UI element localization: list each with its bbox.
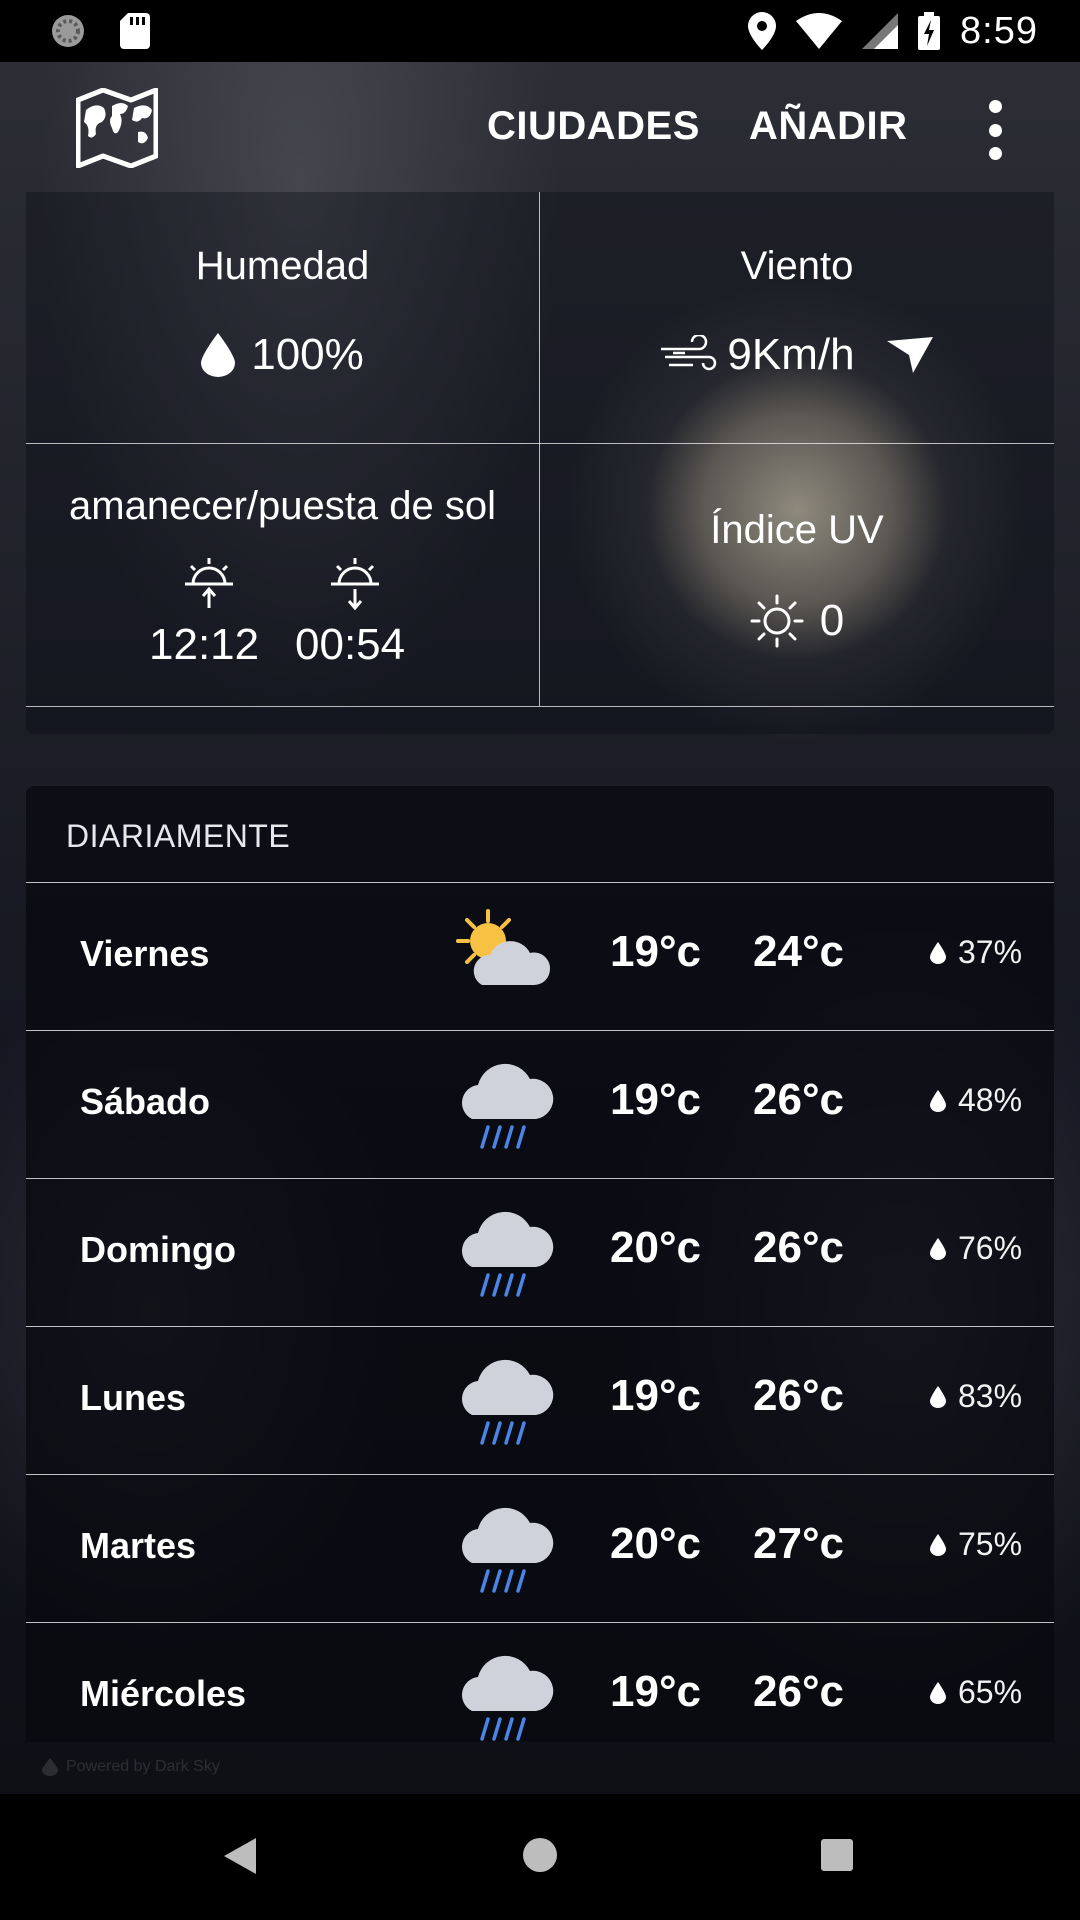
rain-chance-drop-icon [930,941,946,964]
high-temp: 26°c [753,1371,845,1420]
rain-chance-value: 76% [958,1230,1023,1266]
day-name: Lunes [80,1377,187,1418]
low-temp: 19°c [610,1371,702,1420]
rain-chance-drop-icon [930,1681,946,1704]
wind-value-group: 9Km/h [540,330,1054,380]
forecast-row[interactable]: Miércoles 19°c 26°c 65% [26,1623,1054,1771]
water-drop-icon [201,333,236,377]
rain-chance-value: 83% [958,1378,1023,1414]
wind-direction-icon [886,337,933,373]
sunset-icon [331,558,379,610]
rain-chance: 76% [930,1230,1022,1267]
sunrise-icon [185,558,233,608]
uv-value-group: 0 [540,594,1054,648]
powered-by-text: Powered by Dark Sky [66,1758,220,1775]
rain-chance: 37% [930,934,1022,971]
high-temp: 27°c [753,1519,845,1568]
rain-icon [462,1507,554,1593]
grid-divider-bottom [26,706,1054,707]
high-temp: 26°c [753,1223,845,1272]
navigation-bar [0,1794,1080,1920]
uv-title: Índice UV [710,508,884,552]
partly-cloudy-day-icon [456,909,551,985]
rain-icon [462,1063,554,1149]
weather-icon [454,909,558,1005]
day-name: Martes [80,1525,197,1566]
rain-chance-drop-icon [930,1237,946,1260]
rain-chance-drop-icon [930,1089,946,1112]
status-bar: 8:59 [0,0,1080,62]
forecast-row[interactable]: Viernes 19°c 24°c 37% [26,883,1054,1031]
recents-nav-icon[interactable] [820,1838,854,1872]
high-temp: 24°c [753,927,845,976]
cell-signal-icon [862,13,899,49]
battery-charging-icon [918,12,941,50]
rain-chance-value: 75% [958,1526,1023,1562]
wind-value: 9Km/h [727,330,855,379]
dark-sky-logo-icon [42,1758,58,1776]
sun-title: amanecer/puesta de sol [69,484,496,528]
rain-chance-drop-icon [930,1533,946,1556]
rain-chance: 75% [930,1526,1022,1563]
weather-icon [454,1353,558,1449]
high-temp: 26°c [753,1667,845,1716]
weather-icon [454,1501,558,1597]
add-city-button[interactable]: AÑADIR [749,104,908,149]
world-map-logo-icon[interactable] [76,88,158,168]
low-temp: 19°c [610,1075,702,1124]
status-time: 8:59 [960,9,1038,52]
sync-icon [52,15,84,47]
weather-icon [454,1057,558,1153]
low-temp: 19°c [610,927,702,976]
home-nav-icon[interactable] [521,1836,559,1874]
uv-value: 0 [819,596,845,645]
wind-title: Viento [740,244,854,288]
rain-chance: 83% [930,1378,1022,1415]
weather-icon [454,1205,558,1301]
forecast-row[interactable]: Domingo 20°c 26°c 76% [26,1179,1054,1327]
rain-chance: 65% [930,1674,1022,1711]
sunrise-time: 12:12 [149,620,260,669]
sunset-time: 00:54 [295,620,406,669]
back-nav-icon[interactable] [222,1836,258,1876]
rain-chance-value: 65% [958,1674,1023,1710]
forecast-row[interactable]: Martes 20°c 27°c 75% [26,1475,1054,1623]
low-temp: 19°c [610,1667,702,1716]
rain-icon [462,1359,554,1445]
rain-chance-value: 48% [958,1082,1023,1118]
day-name: Sábado [80,1081,211,1122]
weather-icon [454,1649,558,1745]
powered-by: Powered by Dark Sky [42,1758,220,1776]
grid-divider-horizontal [26,443,1054,444]
overflow-menu-icon[interactable] [985,100,1005,160]
low-temp: 20°c [610,1519,702,1568]
low-temp: 20°c [610,1223,702,1272]
day-name: Viernes [80,933,210,974]
day-name: Domingo [80,1229,236,1270]
sun-outline-icon [750,594,804,648]
humidity-title: Humedad [195,244,370,288]
forecast-row[interactable]: Lunes 19°c 26°c 83% [26,1327,1054,1475]
wifi-icon [796,13,843,49]
sd-card-icon [120,13,150,49]
cities-button[interactable]: CIUDADES [487,104,700,149]
rain-chance: 48% [930,1082,1022,1119]
daily-header: DIARIAMENTE [66,818,291,854]
wind-icon [661,335,717,371]
location-icon [748,12,777,50]
forecast-row[interactable]: Sábado 19°c 26°c 48% [26,1031,1054,1179]
day-name: Miércoles [80,1673,247,1714]
rain-chance-drop-icon [930,1385,946,1408]
rain-icon [462,1655,554,1741]
high-temp: 26°c [753,1075,845,1124]
rain-icon [462,1211,554,1297]
rain-chance-value: 37% [958,934,1023,970]
humidity-value: 100% [251,330,364,379]
humidity-value-group: 100% [26,330,539,380]
